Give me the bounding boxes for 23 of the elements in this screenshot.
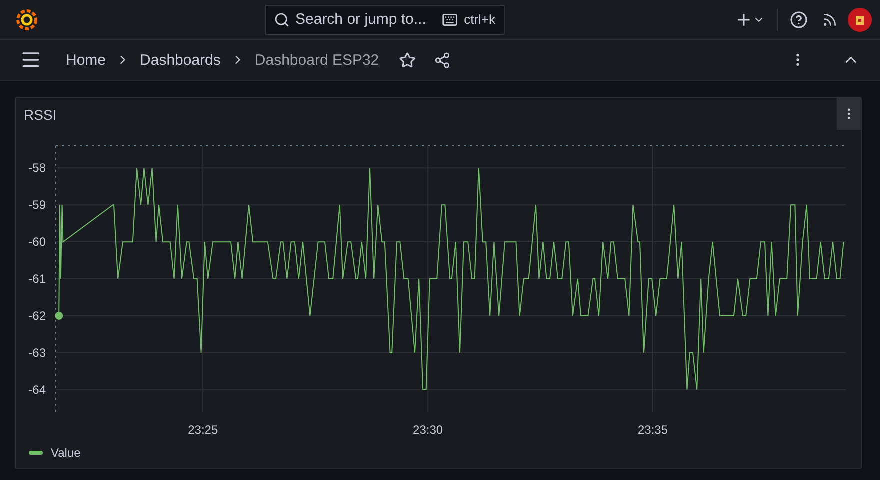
axis-label: 23:30 [413, 423, 444, 437]
axis-label: -62 [28, 308, 46, 323]
keyboard-icon [442, 12, 458, 28]
breadcrumb-link[interactable]: Home [66, 52, 106, 68]
axis-label: -64 [28, 382, 46, 397]
search-field[interactable]: Search or jump to... ctrl+k [264, 4, 504, 34]
axis-label: 23:25 [188, 423, 218, 437]
panel-title: RSSI [24, 107, 57, 123]
shortcut-label: ctrl+k [464, 12, 496, 27]
axis-label: -63 [28, 346, 46, 360]
search-icon [274, 12, 290, 28]
axis-label: -58 [28, 161, 46, 176]
axis-label: -60 [28, 235, 46, 250]
breadcrumb-link[interactable]: Dashboard ESP32 [254, 52, 380, 68]
axis-label: -61 [28, 272, 46, 286]
point-marker [55, 312, 64, 320]
avatar-icon[interactable] [848, 8, 872, 32]
logo-icon[interactable] [16, 8, 38, 30]
legend-label[interactable]: Value [51, 446, 81, 460]
search-placeholder: Search or jump to... [296, 11, 428, 28]
axis-label: 23:35 [638, 423, 668, 437]
axis-label: -59 [28, 198, 46, 212]
breadcrumb-link[interactable]: Dashboards [140, 52, 221, 68]
